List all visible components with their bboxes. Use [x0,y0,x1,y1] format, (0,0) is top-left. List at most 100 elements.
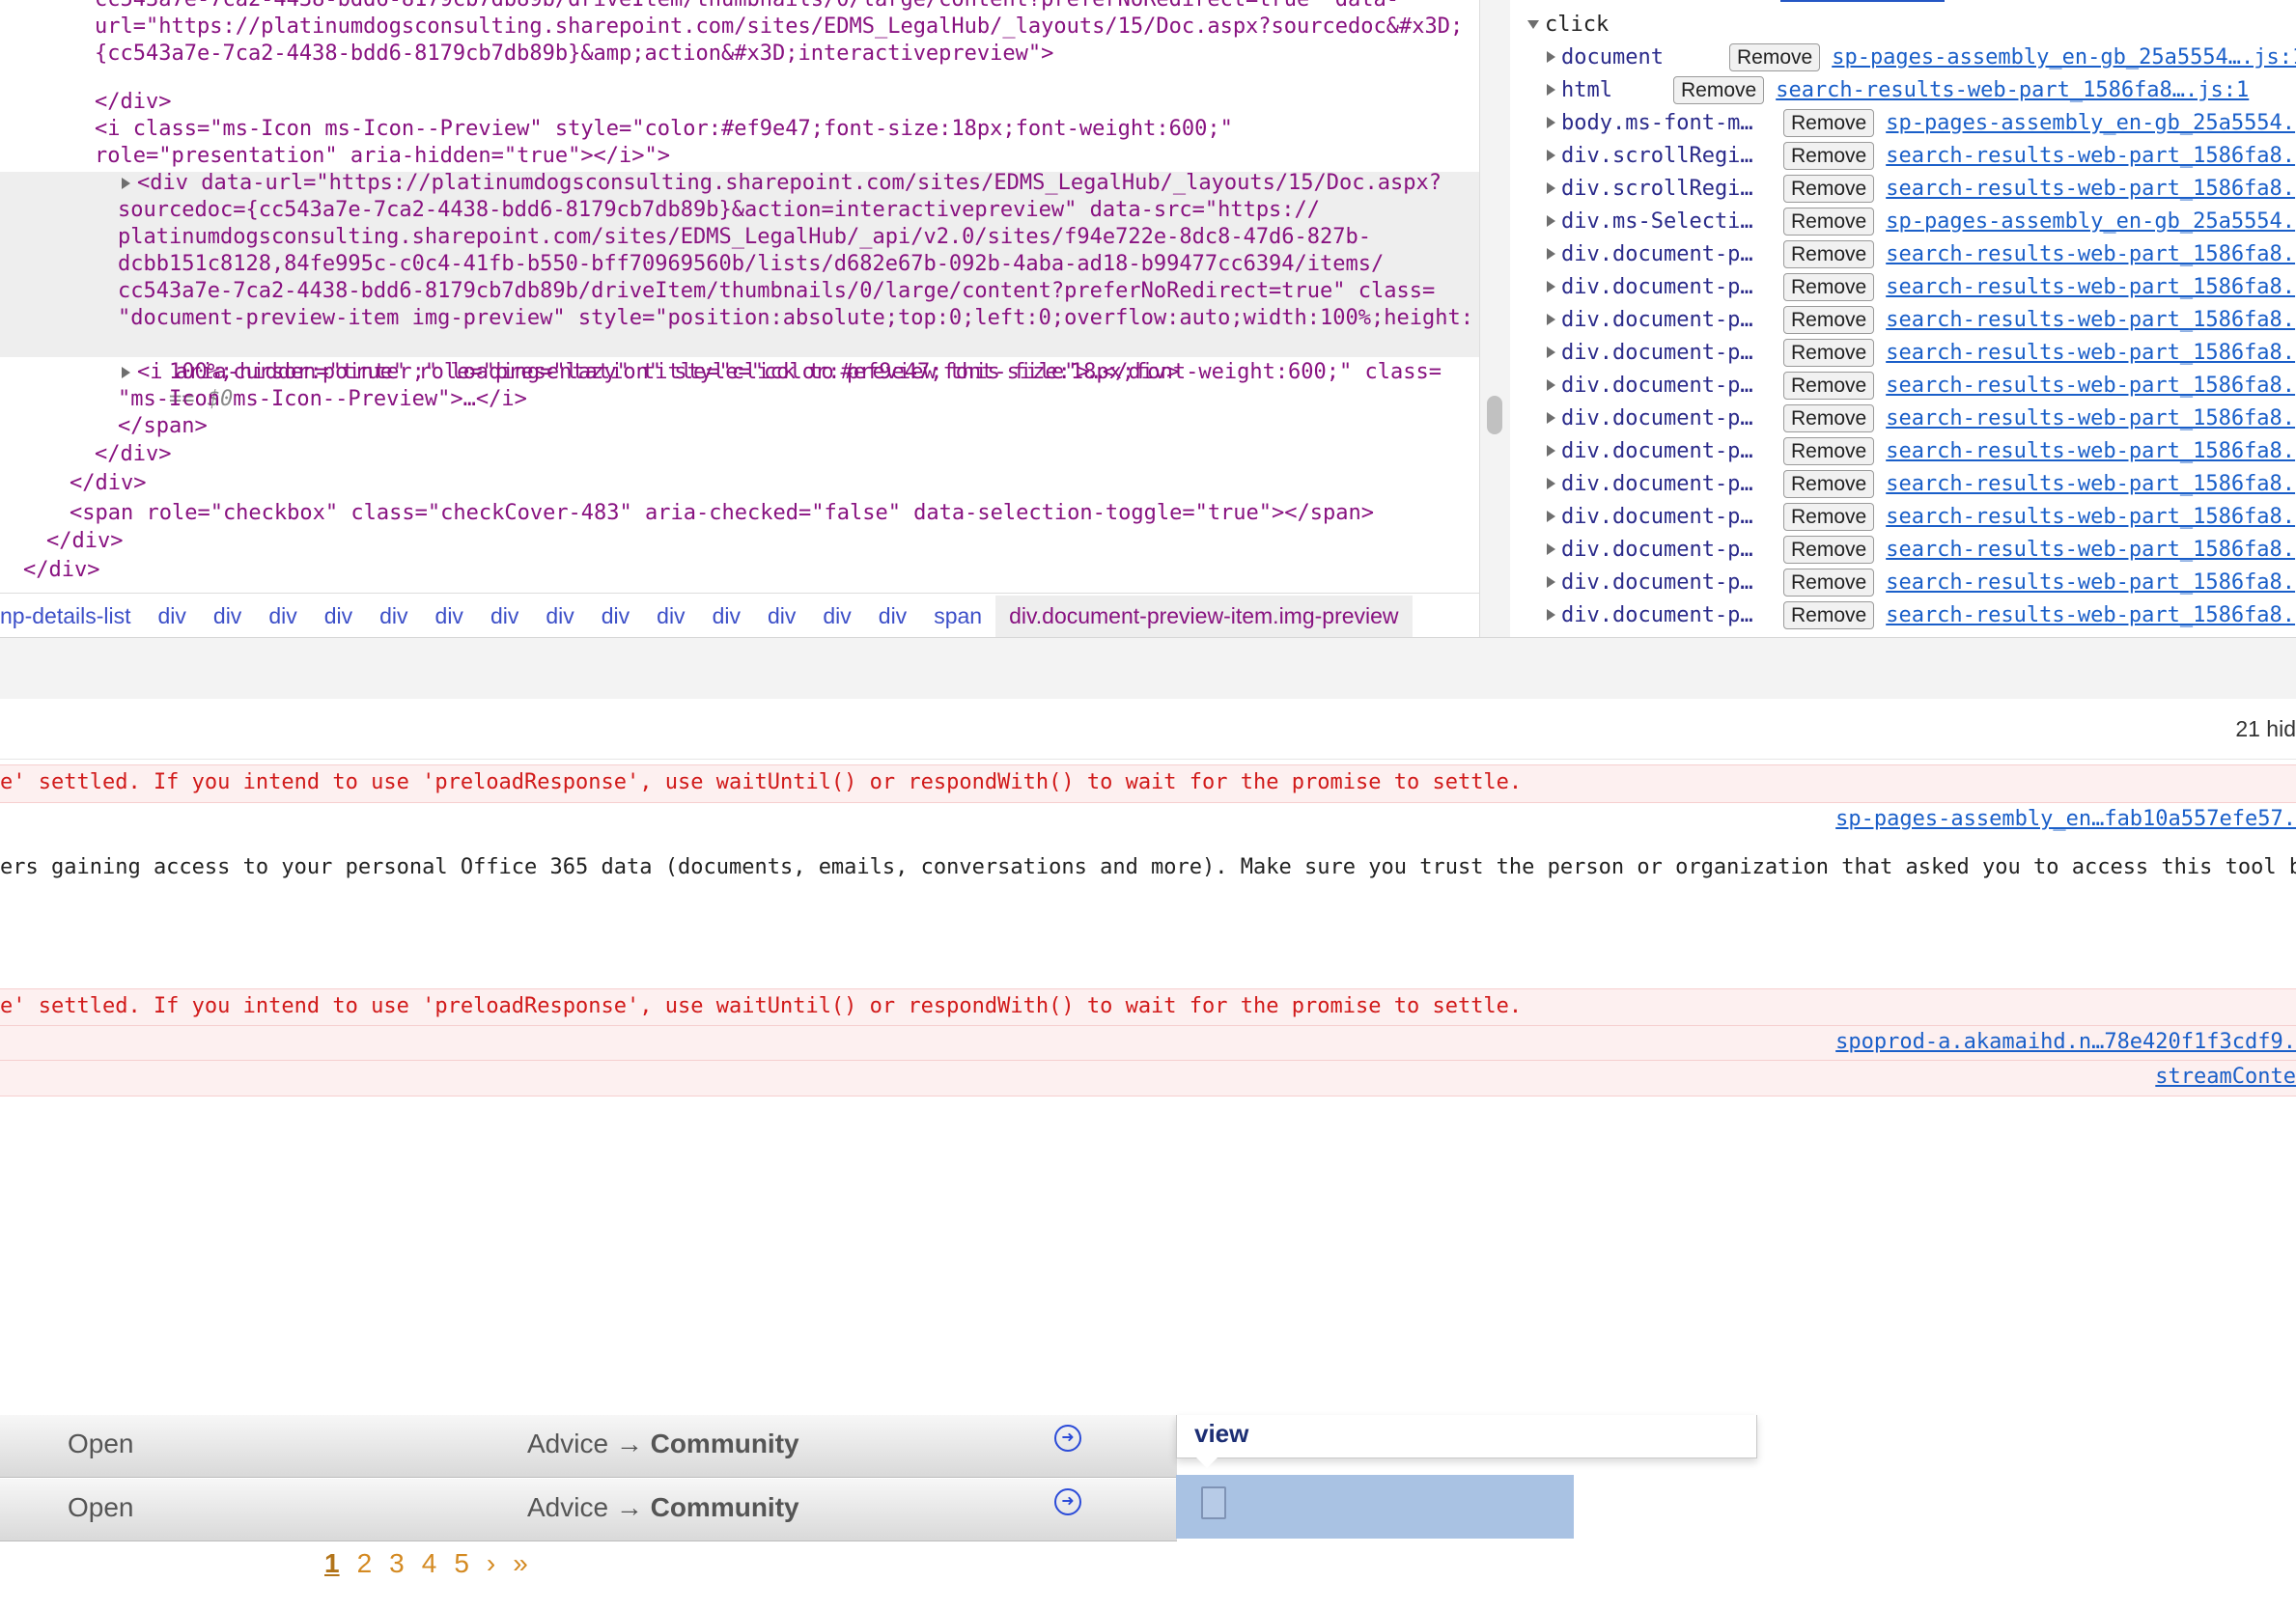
listener-row[interactable]: div.document-p… Remove search-results-web-… [1547,500,2295,533]
elements-scrollbar[interactable] [1487,396,1502,434]
listener-source-link[interactable]: search-results-web-part_1586fa8. [1886,275,2295,299]
listener-source-link[interactable]: sp-pages-assembly_en-gb_25a5554. [1886,209,2295,234]
listener-row[interactable]: div.document-p… Remove search-results-web-… [1547,369,2295,402]
page-link[interactable]: 3 [389,1548,405,1579]
listener-row[interactable]: document Remove sp-pages-assembly_en-gb_25… [1547,41,2296,73]
expand-triangle-icon[interactable] [1547,445,1555,457]
results-row[interactable]: Open Advice → Community ➜ [0,1479,1177,1541]
listener-source-link[interactable]: search-results-web-part_1586fa8. [1886,144,2295,168]
remove-listener-button[interactable]: Remove [1783,600,1875,629]
listener-row[interactable]: div.document-p… Remove search-results-web-… [1547,270,2295,303]
listener-row[interactable]: div.document-p… Remove search-results-web-… [1547,237,2295,270]
console-error-row[interactable]: spoprod-a.akamaihd.n…78e420f1f3cdf9. [0,1025,2296,1062]
remove-listener-button[interactable]: Remove [1783,568,1875,597]
listener-row[interactable]: div.document-p… Remove search-results-web-… [1547,467,2295,500]
listener-source-link[interactable]: sp-pages-assembly_en-gb_25a5554….js:1 [1832,45,2296,69]
breadcrumb-item[interactable]: div [809,603,864,629]
breadcrumb-item[interactable]: np-details-list [0,603,145,629]
expand-triangle-icon[interactable] [1547,51,1555,63]
listener-source-link[interactable]: search-results-web-part_1586fa8. [1886,406,2295,430]
listener-source-link[interactable]: search-results-web-part_1586fa8. [1886,242,2295,266]
remove-listener-button[interactable]: Remove [1783,207,1875,236]
dom-line[interactable]: cc543a7e-7ca2-4438-bdd6-8179cb7db89b/dri… [95,0,1399,14]
dom-line[interactable]: </div> [95,441,171,468]
listener-source-link[interactable]: search-results-web-part_1586fa8. [1886,472,2295,496]
listener-row[interactable]: div.document-p… Remove search-results-web-… [1547,598,2295,631]
remove-listener-button[interactable]: Remove [1783,502,1875,531]
listener-group-click[interactable]: click [1527,8,1609,41]
breadcrumb-item[interactable]: div [422,603,477,629]
console-error-row[interactable]: e' settled. If you intend to use 'preloa… [0,988,2296,1027]
listener-row[interactable]: div.document-p… Remove search-results-web-… [1547,434,2295,467]
listener-row[interactable]: div.document-p… Remove search-results-web-… [1547,303,2295,336]
listener-row[interactable]: div.ms-Selecti… Remove sp-pages-assembly_e… [1547,205,2295,237]
selected-node-line[interactable]: sourcedoc={cc543a7e-7ca2-4438-bdd6-8179c… [118,197,1320,224]
console-error-row[interactable]: streamConte [0,1060,2296,1096]
expand-triangle-icon[interactable] [1547,182,1555,194]
panel-splitter[interactable] [1479,0,1512,637]
selected-node-line[interactable]: platinumdogsconsulting.sharepoint.com/si… [118,224,1371,251]
console-warning-row[interactable]: ers gaining access to your personal Offi… [0,849,2296,888]
listener-row[interactable]: div.document-p… Remove search-results-web-… [1547,402,2295,434]
dom-line[interactable]: </div> [46,528,123,555]
remove-listener-button[interactable]: Remove [1783,239,1875,268]
breadcrumb-item[interactable]: div [643,603,698,629]
expand-triangle-icon[interactable] [1547,215,1555,227]
breadcrumb-item[interactable]: div [477,603,532,629]
dom-line[interactable]: </div> [70,470,146,497]
hidden-messages-count[interactable]: 21 hid [2235,716,2296,742]
expand-triangle-icon[interactable] [1547,511,1555,522]
dom-line[interactable]: role="presentation" aria-hidden="true"><… [95,143,670,170]
listener-source-link[interactable]: search-results-web-part_1586fa8. [1886,570,2295,595]
expand-triangle-icon[interactable] [1547,576,1555,588]
listener-source-link[interactable]: sp-pages-assembly_en-gb_25a5554. [1886,111,2295,135]
console-error-row[interactable]: e' settled. If you intend to use 'preloa… [0,764,2296,803]
expand-triangle-icon[interactable] [1547,248,1555,260]
remove-listener-button[interactable]: Remove [1729,42,1821,71]
breadcrumb-item[interactable]: div [754,603,809,629]
breadcrumb-item[interactable]: div [366,603,421,629]
listener-source-link[interactable]: search-results-web-part_1586fa8. [1886,341,2295,365]
breadcrumb-item[interactable]: div [865,603,920,629]
expand-triangle-icon[interactable] [1547,412,1555,424]
listener-source-link[interactable]: search-results-web-part_1586fa8. [1886,603,2295,627]
expand-triangle-icon[interactable] [1547,543,1555,555]
dom-line[interactable]: <span role="checkbox" class="checkCover-… [70,500,1374,527]
remove-listener-button[interactable]: Remove [1783,403,1875,432]
breadcrumb-item[interactable]: div [145,603,200,629]
document-preview-item[interactable] [1176,1475,1574,1539]
dom-line[interactable]: <i class="ms-Icon ms-Icon--Preview" styl… [95,116,1233,143]
selected-node-line[interactable]: cc543a7e-7ca2-4438-bdd6-8179cb7db89b/dri… [118,278,1435,305]
results-row[interactable]: Open Advice → Community ➜ [0,1415,1177,1478]
page-link[interactable]: 1 [324,1548,340,1579]
remove-listener-button[interactable]: Remove [1783,108,1875,137]
remove-listener-button[interactable]: Remove [1673,75,1765,104]
expand-triangle-icon[interactable] [1547,281,1555,292]
breadcrumb-item[interactable]: div [532,603,587,629]
dom-line[interactable]: {cc543a7e-7ca2-4438-bdd6-8179cb7db89b}&a… [95,41,1053,68]
remove-listener-button[interactable]: Remove [1783,174,1875,203]
expand-triangle-icon[interactable] [122,367,130,378]
page-link[interactable]: 5 [454,1548,469,1579]
console-source-link[interactable]: streamConte [2155,1065,2296,1089]
page-link[interactable]: › [487,1548,495,1579]
listener-row[interactable]: html Remove search-results-web-part_1586fa… [1547,73,2249,106]
breadcrumb-item[interactable]: div [588,603,643,629]
expand-triangle-icon[interactable] [1547,379,1555,391]
expand-triangle-icon[interactable] [122,178,130,189]
page-link[interactable]: 4 [422,1548,437,1579]
expand-triangle-icon[interactable] [1547,347,1555,358]
breadcrumb-item[interactable]: div [311,603,366,629]
page-link[interactable]: » [513,1548,528,1579]
dom-line[interactable]: url="https://platinumdogsconsulting.shar… [95,14,1463,41]
listener-source-link[interactable]: search-results-web-part_1586fa8. [1886,505,2295,529]
navigate-arrow-icon[interactable]: ➜ [1054,1425,1081,1452]
remove-listener-button[interactable]: Remove [1783,436,1875,465]
listener-row[interactable]: div.document-p… Remove search-results-web-… [1547,566,2295,598]
breadcrumb-item[interactable]: div [200,603,255,629]
breadcrumb-item[interactable]: span [920,603,995,629]
listener-row[interactable]: div.document-p… Remove search-results-web-… [1547,533,2295,566]
dom-line[interactable]: "ms-Icon ms-Icon--Preview">…</i> [118,386,527,413]
listener-source-link[interactable]: search-results-web-part_1586fa8. [1886,177,2295,201]
remove-listener-button[interactable]: Remove [1783,469,1875,498]
